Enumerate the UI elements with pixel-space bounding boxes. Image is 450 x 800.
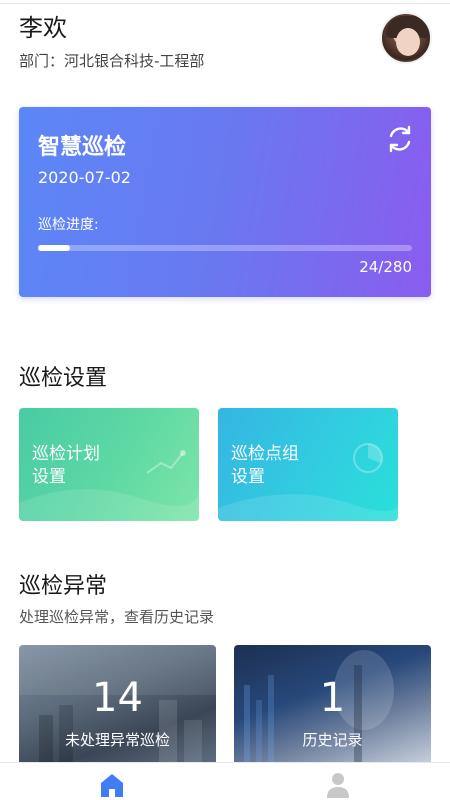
status-divider (0, 0, 450, 4)
history-count: 1 (319, 675, 346, 721)
progress-label: 巡检进度: (38, 217, 99, 233)
abnormal-section-title: 巡检异常 (19, 574, 108, 599)
progress-count: 24/280 (359, 258, 412, 276)
home-icon[interactable] (99, 772, 125, 798)
history-caption: 历史记录 (302, 731, 363, 749)
unhandled-caption: 未处理异常巡检 (64, 731, 170, 749)
refresh-icon[interactable] (385, 124, 415, 154)
hero-title: 智慧巡检 (38, 135, 127, 160)
bottom-tab-bar (0, 762, 450, 800)
user-department: 部门：河北银合科技-工程部 (19, 52, 205, 70)
plan-settings-label: 巡检计划 设置 (32, 444, 100, 487)
user-icon[interactable] (325, 771, 351, 799)
avatar[interactable] (380, 12, 432, 64)
progress-fill (38, 245, 71, 251)
progress-track (38, 245, 412, 251)
point-group-settings-label: 巡检点组 设置 (231, 444, 299, 487)
plan-settings-card[interactable]: 巡检计划 设置 (19, 408, 199, 521)
inspection-summary-card[interactable]: 智慧巡检 2020-07-02 巡检进度: 24/280 (19, 107, 431, 297)
history-record-card[interactable]: 1 历史记录 (234, 645, 431, 765)
hero-date: 2020-07-02 (38, 168, 131, 187)
unhandled-abnormal-card[interactable]: 14 未处理异常巡检 (19, 645, 216, 765)
settings-section-title: 巡检设置 (19, 366, 108, 391)
unhandled-count: 14 (92, 675, 143, 721)
abnormal-section-subtitle: 处理巡检异常，查看历史记录 (19, 608, 215, 626)
point-group-settings-card[interactable]: 巡检点组 设置 (218, 408, 398, 521)
avatar-face (396, 28, 420, 56)
user-name: 李欢 (19, 14, 67, 42)
